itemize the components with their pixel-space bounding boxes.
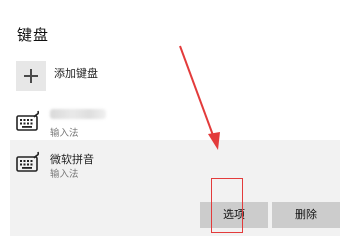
keyboard-subtitle: 输入法 xyxy=(50,169,79,180)
keyboard-name: 微软拼音 xyxy=(50,153,94,166)
plus-icon xyxy=(16,61,46,91)
add-keyboard-button[interactable]: 添加键盘 xyxy=(12,59,242,93)
keyboard-subtitle: 输入法 xyxy=(50,128,79,139)
add-keyboard-label: 添加键盘 xyxy=(54,67,98,80)
selected-keyboard-panel[interactable]: 微软拼音 输入法 选项 删除 xyxy=(10,140,340,236)
keyboard-name-redacted xyxy=(50,109,106,119)
keyboard-icon xyxy=(16,151,40,172)
keyboard-icon xyxy=(16,110,40,131)
section-title: 键盘 xyxy=(17,26,50,44)
options-button[interactable]: 选项 xyxy=(200,202,268,228)
keyboard-list-item-selected[interactable]: 微软拼音 输入法 xyxy=(12,147,312,187)
delete-button[interactable]: 删除 xyxy=(272,202,340,228)
